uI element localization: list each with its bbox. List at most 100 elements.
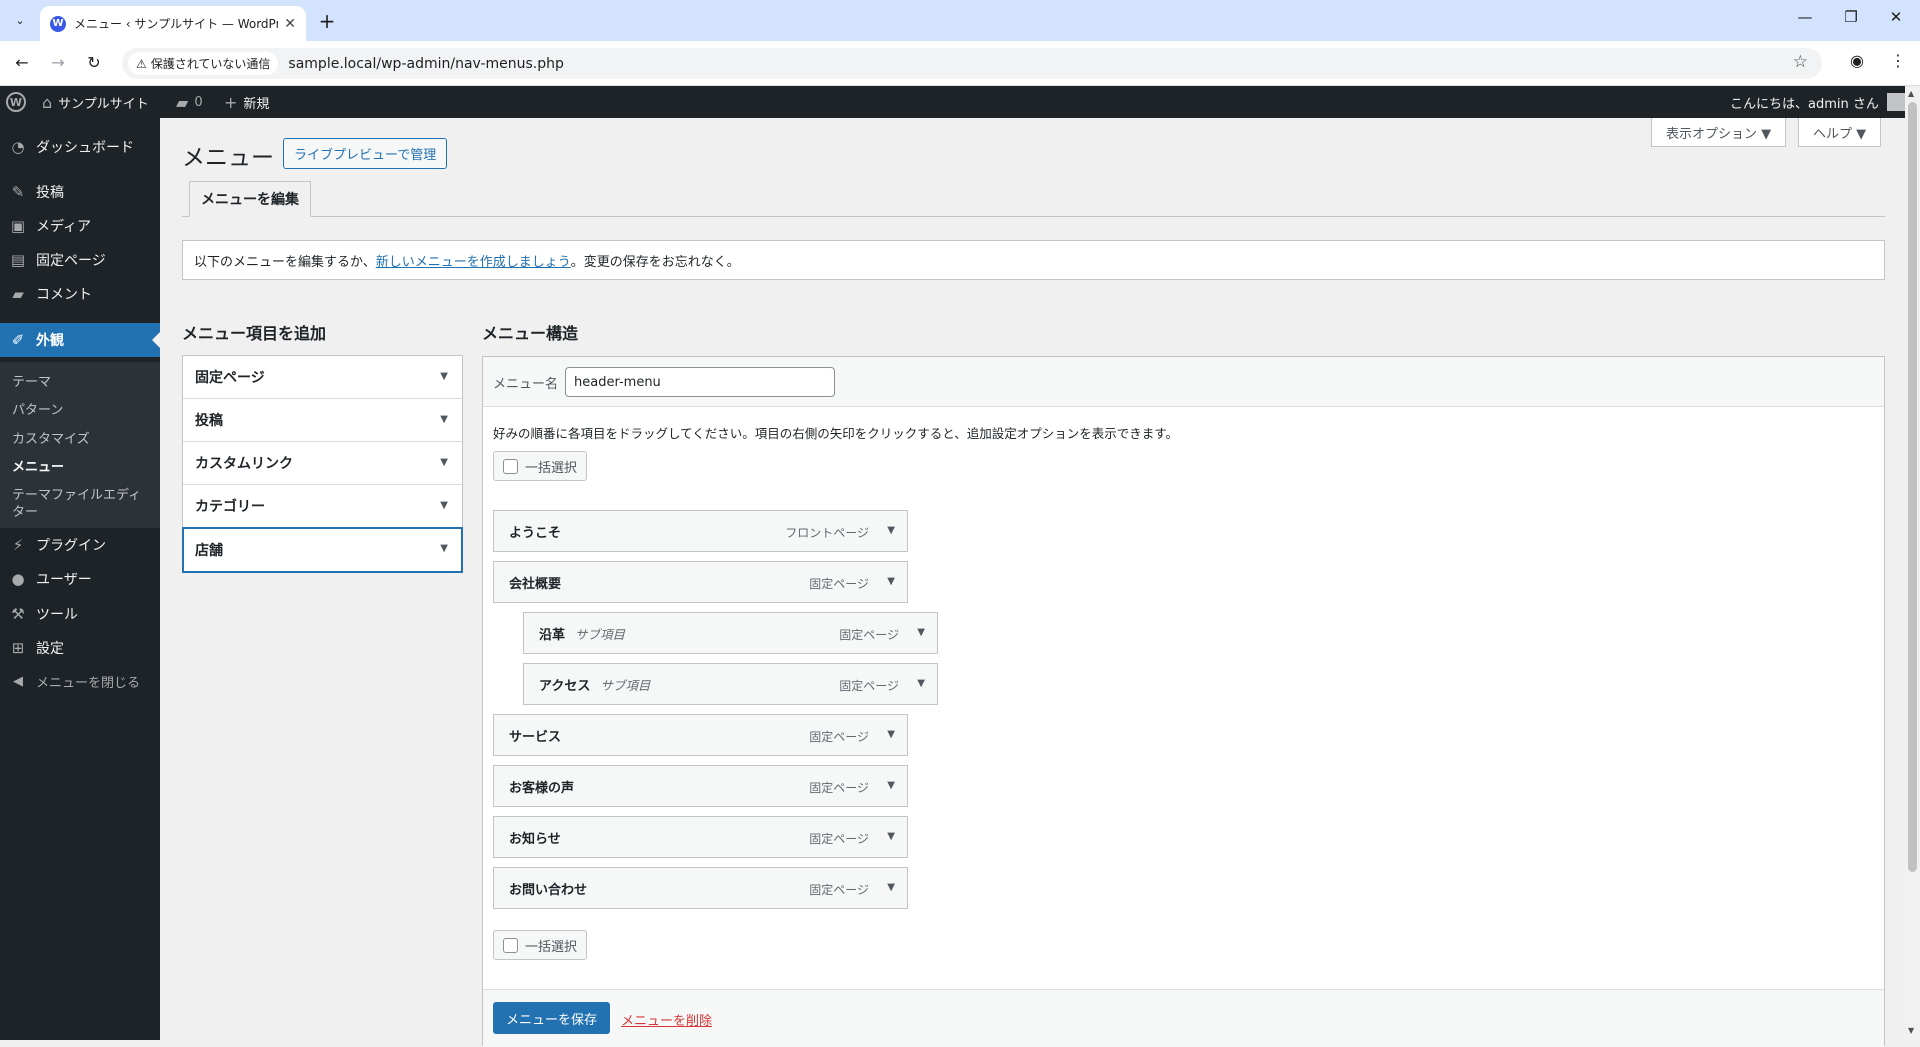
menu-item-title: アクセス [539, 678, 591, 694]
bulk-select-checkbox[interactable] [503, 458, 518, 474]
wp-admin-bar: W ⌂ サンプルサイト ▰ 0 + 新規 こんにちは、admin さん [0, 86, 1920, 118]
menu-item-title: 沿革 [539, 627, 566, 643]
wp-logo-menu[interactable]: W [6, 86, 26, 118]
submenu-item-patterns[interactable]: パターン [12, 402, 63, 419]
tab-edit-menus[interactable]: メニューを編集 [189, 181, 311, 217]
submenu-item-theme-file-editor[interactable]: テーマファイルエディター [12, 487, 148, 521]
tab-close-icon[interactable]: ✕ [284, 16, 296, 32]
submenu-item-themes[interactable]: テーマ [12, 374, 51, 391]
expand-arrow-icon[interactable]: ▼ [917, 627, 925, 638]
menu-item-access[interactable]: アクセス サブ項目 固定ページ ▼ [523, 663, 938, 705]
admin-sidebar: ◔ ダッシュボード ✎ 投稿 ▣ メディア ▤ 固定ページ ▰ コメント ✐ 外… [0, 118, 160, 1040]
accordion-custom-links[interactable]: カスタムリンク ▼ [183, 442, 462, 485]
expand-arrow-icon[interactable]: ▼ [887, 831, 895, 842]
sidebar-item-label: メディア [36, 219, 92, 235]
collapse-arrow-icon: ◀ [13, 673, 23, 689]
accordion-posts[interactable]: 投稿 ▼ [183, 399, 462, 442]
sidebar-item-appearance[interactable]: ✐ 外観 [0, 323, 160, 357]
page-scrollbar[interactable]: ▲ ▼ [1905, 86, 1920, 1040]
forward-icon[interactable]: → [46, 51, 70, 75]
restore-icon[interactable]: ❐ [1836, 8, 1866, 26]
tab-search-icon[interactable]: ⌄ [8, 8, 32, 32]
bulk-select-bottom[interactable]: 一括選択 [493, 930, 588, 960]
comments-link[interactable]: ▰ 0 [176, 86, 203, 118]
accordion-label: カテゴリー [195, 499, 265, 515]
menu-item-service[interactable]: サービス 固定ページ ▼ [493, 714, 908, 756]
sidebar-item-pages[interactable]: ▤ 固定ページ [0, 243, 160, 277]
browser-tab-strip: ⌄ W メニュー ‹ サンプルサイト — WordPress ✕ + — ❐ ✕ [0, 0, 1920, 41]
save-menu-button[interactable]: メニューを保存 [493, 1002, 611, 1034]
menu-name-input[interactable] [565, 367, 835, 397]
more-menu-icon[interactable]: ⋮ [1890, 51, 1906, 70]
expand-arrow-icon[interactable]: ▼ [887, 525, 895, 536]
menu-item-type: 固定ページ [809, 730, 869, 744]
accordion-pages[interactable]: 固定ページ ▼ [183, 356, 462, 399]
triangle-down-icon: ▼ [440, 500, 448, 511]
comments-count: 0 [194, 94, 203, 110]
scroll-down-icon[interactable]: ▼ [1908, 1026, 1914, 1035]
back-icon[interactable]: ← [10, 51, 34, 75]
pin-icon: ✎ [11, 183, 25, 201]
sidebar-item-dashboard[interactable]: ◔ ダッシュボード [0, 130, 160, 164]
new-label: 新規 [243, 96, 270, 112]
tab-title: メニュー ‹ サンプルサイト — WordPress [74, 17, 279, 31]
bulk-select-checkbox[interactable] [503, 937, 518, 953]
expand-arrow-icon[interactable]: ▼ [887, 729, 895, 740]
url-text[interactable]: sample.local/wp-admin/nav-menus.php [288, 56, 563, 72]
menu-item-title: サービス [509, 729, 562, 745]
sidebar-item-label: ツール [36, 607, 78, 623]
address-bar[interactable]: ⚠ 保護されていない通信 sample.local/wp-admin/nav-m… [122, 48, 1822, 79]
close-window-icon[interactable]: ✕ [1881, 8, 1911, 26]
sidebar-item-plugins[interactable]: ⚡ プラグイン [0, 528, 160, 562]
account-menu[interactable]: こんにちは、admin さん [1730, 86, 1905, 118]
submenu-item-customize[interactable]: カスタマイズ [12, 431, 90, 448]
scrollbar-thumb[interactable] [1908, 102, 1917, 872]
menu-item-type: 固定ページ [839, 679, 899, 693]
accordion-label: 投稿 [195, 413, 223, 429]
sidebar-item-posts[interactable]: ✎ 投稿 [0, 175, 160, 209]
sidebar-item-settings[interactable]: ⊞ 設定 [0, 631, 160, 665]
collapse-menu-button[interactable]: ◀ メニューを閉じる [0, 666, 160, 696]
bulk-select-top[interactable]: 一括選択 [493, 451, 588, 481]
menu-item-testimonials[interactable]: お客様の声 固定ページ ▼ [493, 765, 908, 807]
profile-icon[interactable]: ◉ [1850, 51, 1864, 70]
help-button[interactable]: ヘルプ ▼ [1798, 118, 1882, 147]
sidebar-item-tools[interactable]: ⚒ ツール [0, 597, 160, 631]
sidebar-item-label: 外観 [36, 333, 64, 349]
new-content-link[interactable]: + 新規 [224, 86, 269, 118]
security-label: 保護されていない通信 [150, 57, 271, 71]
comment-bubble-icon: ▰ [176, 92, 189, 112]
submenu-item-menus[interactable]: メニュー [12, 459, 64, 476]
sidebar-item-media[interactable]: ▣ メディア [0, 209, 160, 243]
expand-arrow-icon[interactable]: ▼ [917, 678, 925, 689]
scroll-up-icon[interactable]: ▲ [1908, 89, 1914, 98]
new-tab-icon[interactable]: + [315, 9, 339, 33]
accordion-categories[interactable]: カテゴリー ▼ [183, 485, 462, 528]
menu-item-history[interactable]: 沿革 サブ項目 固定ページ ▼ [523, 612, 938, 654]
bookmark-star-icon[interactable]: ☆ [1793, 52, 1808, 72]
menu-item-contact[interactable]: お問い合わせ 固定ページ ▼ [493, 867, 908, 909]
security-chip[interactable]: ⚠ 保護されていない通信 [128, 52, 279, 75]
menu-item-type: 固定ページ [809, 832, 869, 846]
create-new-menu-link[interactable]: 新しいメニューを作成しましょう [376, 251, 571, 270]
menu-item-welcome[interactable]: ようこそ フロントページ ▼ [493, 510, 908, 552]
screen-options-button[interactable]: 表示オプション ▼ [1651, 118, 1787, 147]
sidebar-item-users[interactable]: ● ユーザー [0, 562, 160, 596]
expand-arrow-icon[interactable]: ▼ [887, 882, 895, 893]
settings-icon: ⊞ [11, 639, 25, 657]
live-preview-button[interactable]: ライブプレビューで管理 [283, 138, 448, 169]
menu-item-news[interactable]: お知らせ 固定ページ ▼ [493, 816, 908, 858]
menu-item-type: 固定ページ [809, 577, 869, 591]
sidebar-item-comments[interactable]: ▰ コメント [0, 277, 160, 311]
menu-item-company[interactable]: 会社概要 固定ページ ▼ [493, 561, 908, 603]
delete-menu-link[interactable]: メニューを削除 [621, 1010, 712, 1029]
menu-item-sub-label: サブ項目 [575, 626, 626, 642]
browser-tab[interactable]: W メニュー ‹ サンプルサイト — WordPress ✕ [40, 6, 306, 41]
accordion-stores[interactable]: 店舗 ▼ [182, 527, 463, 573]
expand-arrow-icon[interactable]: ▼ [887, 780, 895, 791]
reload-icon[interactable]: ↻ [82, 51, 106, 75]
collapse-menu-label: メニューを閉じる [36, 675, 141, 691]
site-name-link[interactable]: ⌂ サンプルサイト [42, 86, 149, 118]
minimize-icon[interactable]: — [1790, 8, 1820, 26]
expand-arrow-icon[interactable]: ▼ [887, 576, 895, 587]
